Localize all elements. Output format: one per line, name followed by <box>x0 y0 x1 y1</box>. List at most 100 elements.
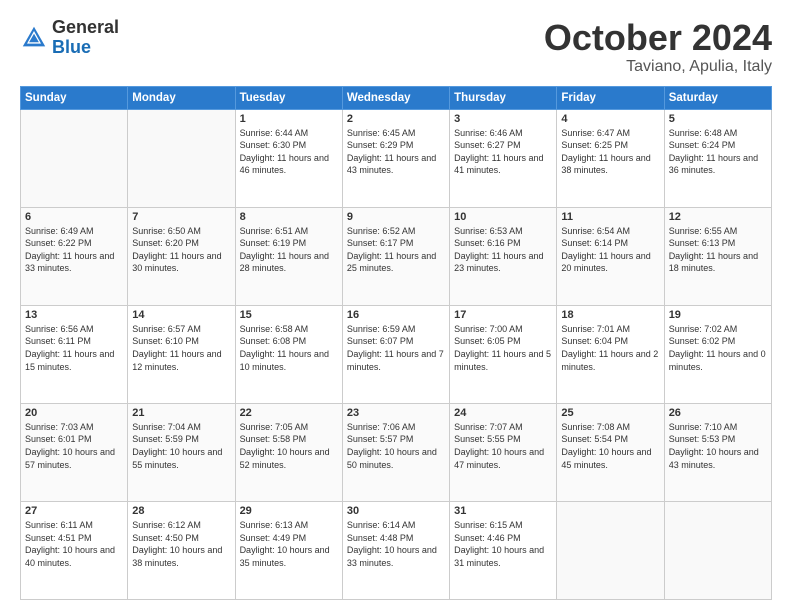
day-number: 28 <box>132 505 230 517</box>
day-info: Sunrise: 6:48 AM Sunset: 6:24 PM Dayligh… <box>669 127 767 177</box>
day-number: 5 <box>669 113 767 125</box>
calendar-cell: 26 Sunrise: 7:10 AM Sunset: 5:53 PM Dayli… <box>664 403 771 501</box>
calendar-cell: 16 Sunrise: 6:59 AM Sunset: 6:07 PM Dayli… <box>342 305 449 403</box>
day-number: 6 <box>25 211 123 223</box>
day-info: Sunrise: 7:03 AM Sunset: 6:01 PM Dayligh… <box>25 421 123 471</box>
calendar-cell: 8 Sunrise: 6:51 AM Sunset: 6:19 PM Daylig… <box>235 207 342 305</box>
day-info: Sunrise: 7:04 AM Sunset: 5:59 PM Dayligh… <box>132 421 230 471</box>
day-info: Sunrise: 6:13 AM Sunset: 4:49 PM Dayligh… <box>240 519 338 569</box>
calendar-cell: 7Sunrise: 6:50 AM Sunset: 6:20 PM Daylig… <box>128 207 235 305</box>
day-info: Sunrise: 7:10 AM Sunset: 5:53 PM Dayligh… <box>669 421 767 471</box>
calendar-cell: 19Sunrise: 7:02 AM Sunset: 6:02 PM Dayli… <box>664 305 771 403</box>
logo-text: General Blue <box>52 18 119 58</box>
logo: General Blue <box>20 18 119 58</box>
calendar-cell: 9 Sunrise: 6:52 AM Sunset: 6:17 PM Daylig… <box>342 207 449 305</box>
weekday-header-thursday: Thursday <box>450 86 557 109</box>
day-number: 11 <box>561 211 659 223</box>
weekday-header-row: SundayMondayTuesdayWednesdayThursdayFrid… <box>21 86 772 109</box>
day-number: 8 <box>240 211 338 223</box>
day-info: Sunrise: 7:05 AM Sunset: 5:58 PM Dayligh… <box>240 421 338 471</box>
day-info: Sunrise: 6:54 AM Sunset: 6:14 PM Dayligh… <box>561 225 659 275</box>
day-info: Sunrise: 7:08 AM Sunset: 5:54 PM Dayligh… <box>561 421 659 471</box>
calendar-cell: 10Sunrise: 6:53 AM Sunset: 6:16 PM Dayli… <box>450 207 557 305</box>
day-number: 27 <box>25 505 123 517</box>
header: General Blue October 2024 Taviano, Apuli… <box>20 18 772 76</box>
day-info: Sunrise: 6:50 AM Sunset: 6:20 PM Dayligh… <box>132 225 230 275</box>
day-info: Sunrise: 6:49 AM Sunset: 6:22 PM Dayligh… <box>25 225 123 275</box>
day-info: Sunrise: 6:51 AM Sunset: 6:19 PM Dayligh… <box>240 225 338 275</box>
weekday-header-friday: Friday <box>557 86 664 109</box>
day-number: 9 <box>347 211 445 223</box>
calendar-cell: 23 Sunrise: 7:06 AM Sunset: 5:57 PM Dayli… <box>342 403 449 501</box>
weekday-header-sunday: Sunday <box>21 86 128 109</box>
day-number: 25 <box>561 407 659 419</box>
weekday-header-monday: Monday <box>128 86 235 109</box>
calendar-cell: 20Sunrise: 7:03 AM Sunset: 6:01 PM Dayli… <box>21 403 128 501</box>
day-number: 16 <box>347 309 445 321</box>
day-number: 1 <box>240 113 338 125</box>
calendar-cell <box>21 109 128 207</box>
day-info: Sunrise: 6:14 AM Sunset: 4:48 PM Dayligh… <box>347 519 445 569</box>
calendar-cell: 4 Sunrise: 6:47 AM Sunset: 6:25 PM Daylig… <box>557 109 664 207</box>
calendar-cell: 25 Sunrise: 7:08 AM Sunset: 5:54 PM Dayli… <box>557 403 664 501</box>
day-info: Sunrise: 6:57 AM Sunset: 6:10 PM Dayligh… <box>132 323 230 373</box>
calendar-cell: 2Sunrise: 6:45 AM Sunset: 6:29 PM Daylig… <box>342 109 449 207</box>
day-info: Sunrise: 6:46 AM Sunset: 6:27 PM Dayligh… <box>454 127 552 177</box>
week-row-2: 13 Sunrise: 6:56 AM Sunset: 6:11 PM Dayli… <box>21 305 772 403</box>
calendar-cell: 11 Sunrise: 6:54 AM Sunset: 6:14 PM Dayli… <box>557 207 664 305</box>
weekday-header-wednesday: Wednesday <box>342 86 449 109</box>
calendar-cell <box>557 501 664 599</box>
day-info: Sunrise: 6:47 AM Sunset: 6:25 PM Dayligh… <box>561 127 659 177</box>
calendar-cell: 14 Sunrise: 6:57 AM Sunset: 6:10 PM Dayli… <box>128 305 235 403</box>
week-row-3: 20Sunrise: 7:03 AM Sunset: 6:01 PM Dayli… <box>21 403 772 501</box>
day-info: Sunrise: 6:52 AM Sunset: 6:17 PM Dayligh… <box>347 225 445 275</box>
calendar-cell: 30 Sunrise: 6:14 AM Sunset: 4:48 PM Dayli… <box>342 501 449 599</box>
day-number: 17 <box>454 309 552 321</box>
day-info: Sunrise: 6:15 AM Sunset: 4:46 PM Dayligh… <box>454 519 552 569</box>
day-number: 14 <box>132 309 230 321</box>
day-number: 12 <box>669 211 767 223</box>
day-info: Sunrise: 6:53 AM Sunset: 6:16 PM Dayligh… <box>454 225 552 275</box>
day-number: 24 <box>454 407 552 419</box>
calendar-cell <box>128 109 235 207</box>
day-info: Sunrise: 6:12 AM Sunset: 4:50 PM Dayligh… <box>132 519 230 569</box>
day-info: Sunrise: 6:56 AM Sunset: 6:11 PM Dayligh… <box>25 323 123 373</box>
calendar-cell: 5 Sunrise: 6:48 AM Sunset: 6:24 PM Daylig… <box>664 109 771 207</box>
calendar-cell: 27 Sunrise: 6:11 AM Sunset: 4:51 PM Dayli… <box>21 501 128 599</box>
week-row-0: 1Sunrise: 6:44 AM Sunset: 6:30 PM Daylig… <box>21 109 772 207</box>
day-number: 31 <box>454 505 552 517</box>
day-number: 18 <box>561 309 659 321</box>
logo-general: General <box>52 18 119 38</box>
calendar-cell <box>664 501 771 599</box>
calendar-cell: 12 Sunrise: 6:55 AM Sunset: 6:13 PM Dayli… <box>664 207 771 305</box>
weekday-header-saturday: Saturday <box>664 86 771 109</box>
day-number: 30 <box>347 505 445 517</box>
day-number: 13 <box>25 309 123 321</box>
day-info: Sunrise: 6:11 AM Sunset: 4:51 PM Dayligh… <box>25 519 123 569</box>
calendar-cell: 29 Sunrise: 6:13 AM Sunset: 4:49 PM Dayli… <box>235 501 342 599</box>
day-number: 4 <box>561 113 659 125</box>
day-number: 29 <box>240 505 338 517</box>
calendar-cell: 24Sunrise: 7:07 AM Sunset: 5:55 PM Dayli… <box>450 403 557 501</box>
day-number: 26 <box>669 407 767 419</box>
day-info: Sunrise: 7:06 AM Sunset: 5:57 PM Dayligh… <box>347 421 445 471</box>
week-row-4: 27 Sunrise: 6:11 AM Sunset: 4:51 PM Dayli… <box>21 501 772 599</box>
calendar-cell: 21Sunrise: 7:04 AM Sunset: 5:59 PM Dayli… <box>128 403 235 501</box>
logo-blue: Blue <box>52 38 119 58</box>
week-row-1: 6 Sunrise: 6:49 AM Sunset: 6:22 PM Daylig… <box>21 207 772 305</box>
day-info: Sunrise: 7:00 AM Sunset: 6:05 PM Dayligh… <box>454 323 552 373</box>
day-info: Sunrise: 6:45 AM Sunset: 6:29 PM Dayligh… <box>347 127 445 177</box>
day-info: Sunrise: 6:55 AM Sunset: 6:13 PM Dayligh… <box>669 225 767 275</box>
weekday-header-tuesday: Tuesday <box>235 86 342 109</box>
day-info: Sunrise: 6:59 AM Sunset: 6:07 PM Dayligh… <box>347 323 445 373</box>
day-number: 22 <box>240 407 338 419</box>
day-number: 19 <box>669 309 767 321</box>
calendar-cell: 6 Sunrise: 6:49 AM Sunset: 6:22 PM Daylig… <box>21 207 128 305</box>
day-number: 23 <box>347 407 445 419</box>
day-info: Sunrise: 6:58 AM Sunset: 6:08 PM Dayligh… <box>240 323 338 373</box>
calendar-cell: 13 Sunrise: 6:56 AM Sunset: 6:11 PM Dayli… <box>21 305 128 403</box>
title-block: October 2024 Taviano, Apulia, Italy <box>544 18 772 76</box>
day-number: 3 <box>454 113 552 125</box>
calendar-cell: 17 Sunrise: 7:00 AM Sunset: 6:05 PM Dayli… <box>450 305 557 403</box>
calendar-cell: 1Sunrise: 6:44 AM Sunset: 6:30 PM Daylig… <box>235 109 342 207</box>
